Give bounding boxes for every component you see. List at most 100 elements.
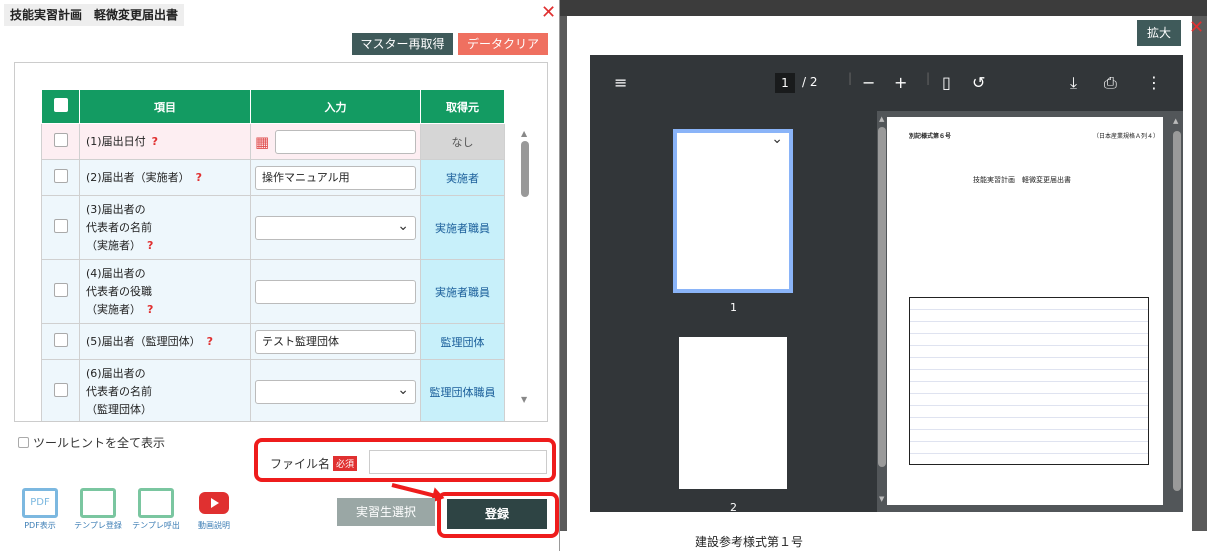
- row-checkbox[interactable]: [53, 383, 68, 397]
- table-row: (2)届出者（実施者）? 操作マニュアル用 実施者: [41, 159, 505, 196]
- form-table-container: 項目 入力 取得元 (1)届出日付? ▦ なし (2)届出者（実施者）? 操作マ…: [14, 62, 548, 422]
- page-scrollbar[interactable]: ▲: [1173, 117, 1181, 505]
- template-register-icon: [80, 488, 116, 518]
- source-badge: 実施者: [420, 159, 505, 196]
- text-input[interactable]: 操作マニュアル用: [255, 165, 416, 190]
- tooltip-checkbox[interactable]: [18, 437, 29, 448]
- pdf-viewer: ≡ 1 / 2 | − + | ▯ ↺ ⤓ ⎙ ⋮ 1 2 ▲ ▼ 別記様式第６…: [590, 55, 1183, 514]
- page-thumbnail[interactable]: [679, 337, 787, 489]
- print-icon[interactable]: ⎙: [1104, 73, 1117, 93]
- scroll-up-icon[interactable]: ▲: [1173, 117, 1178, 125]
- date-input[interactable]: [275, 129, 416, 154]
- source-badge: なし: [420, 123, 505, 160]
- trainee-select-button[interactable]: 実習生選択: [337, 498, 435, 526]
- help-icon[interactable]: ?: [207, 335, 213, 348]
- doc-title: 技能実習計画 軽微変更届出書: [973, 176, 1071, 184]
- icon-label: 動画説明: [198, 521, 230, 530]
- text-input[interactable]: テスト監理団体: [255, 329, 416, 354]
- page-number-input[interactable]: 1: [775, 73, 795, 93]
- tool-icons: PDF PDF表示 テンプレ登録 テンプレ呼出 動画説明: [16, 488, 238, 531]
- select-dropdown[interactable]: [255, 215, 416, 240]
- background-strip: [560, 0, 1207, 16]
- thumbnail-panel: 1 2 ▲ ▼: [590, 111, 886, 514]
- row-label: (2)届出者（実施者）: [86, 170, 190, 184]
- row-label: (3)届出者の: [86, 202, 146, 216]
- youtube-icon: [199, 492, 229, 514]
- row-label: 代表者の名前: [86, 220, 152, 234]
- file-name-input[interactable]: [369, 450, 547, 474]
- help-icon[interactable]: ?: [147, 303, 153, 316]
- pdf-icon: PDF: [22, 488, 58, 518]
- scroll-up-icon[interactable]: ▲: [879, 115, 884, 123]
- tooltip-toggle[interactable]: ツールヒントを全て表示: [18, 434, 165, 451]
- row-label: （実施者）: [86, 302, 141, 316]
- table-row: (4)届出者の 代表者の役職 （実施者）? 実施者職員: [41, 259, 505, 324]
- thumbnail-number: 1: [730, 301, 737, 314]
- required-badge: 必須: [333, 456, 358, 471]
- form-code: 別記様式第６号: [909, 133, 952, 140]
- column-header-source: 取得元: [420, 89, 505, 124]
- thumbnail-scrollbar[interactable]: ▲ ▼: [877, 111, 887, 512]
- pointer-arrow: [391, 483, 438, 499]
- close-icon[interactable]: ✕: [1189, 19, 1204, 37]
- row-checkbox[interactable]: [53, 333, 68, 347]
- data-clear-button[interactable]: データクリア: [458, 33, 548, 55]
- help-icon[interactable]: ?: [147, 239, 153, 252]
- doc-size: （日本産業規格Ａ列４）: [1093, 133, 1160, 140]
- row-label: (1)届出日付: [86, 134, 146, 148]
- scroll-up-icon[interactable]: ▲: [521, 129, 527, 138]
- expand-button[interactable]: 拡大: [1137, 20, 1181, 46]
- icon-label: テンプレ呼出: [132, 521, 180, 530]
- table-row: (1)届出日付? ▦ なし: [41, 123, 505, 160]
- scroll-down-icon[interactable]: ▼: [521, 395, 527, 404]
- toolbar-divider: |: [848, 71, 853, 85]
- template-load-icon: [138, 488, 174, 518]
- more-icon[interactable]: ⋮: [1146, 73, 1162, 92]
- doc-table: [909, 297, 1149, 465]
- zoom-in-icon[interactable]: +: [894, 73, 907, 92]
- calendar-icon[interactable]: ▦: [255, 133, 269, 151]
- scrollbar-thumb[interactable]: [878, 127, 886, 467]
- scroll-down-icon[interactable]: ▼: [879, 495, 884, 503]
- zoom-out-icon[interactable]: −: [862, 73, 875, 92]
- column-header-input: 入力: [250, 89, 421, 124]
- dialog-title: 技能実習計画 軽微変更届出書: [4, 4, 185, 26]
- pdf-view-button[interactable]: PDF PDF表示: [16, 488, 64, 531]
- help-icon[interactable]: ?: [152, 135, 158, 148]
- help-icon[interactable]: ?: [196, 171, 202, 184]
- source-badge: 監理団体: [420, 323, 505, 360]
- tooltip-label: ツールヒントを全て表示: [33, 436, 166, 450]
- toolbar-divider: |: [926, 71, 931, 85]
- close-icon[interactable]: ✕: [541, 4, 556, 22]
- master-refetch-button[interactable]: マスター再取得: [352, 33, 453, 55]
- rotate-icon[interactable]: ↺: [972, 73, 985, 92]
- row-checkbox[interactable]: [53, 169, 68, 183]
- file-name-label: ファイル名: [270, 457, 331, 471]
- template-load-button[interactable]: テンプレ呼出: [132, 488, 180, 531]
- row-checkbox[interactable]: [53, 219, 68, 233]
- source-badge: 実施者職員: [420, 195, 505, 260]
- scrollbar-thumb[interactable]: [1173, 131, 1181, 491]
- table-scrollbar[interactable]: ▲ ▼: [521, 129, 531, 405]
- menu-icon[interactable]: ≡: [614, 73, 627, 92]
- page-total: / 2: [802, 75, 818, 89]
- row-label: （実施者）: [86, 238, 141, 252]
- register-button[interactable]: 登録: [447, 499, 547, 529]
- icon-label: PDF表示: [24, 521, 56, 530]
- select-all-checkbox[interactable]: [53, 98, 68, 112]
- row-checkbox[interactable]: [53, 283, 68, 297]
- video-help-button[interactable]: 動画説明: [190, 488, 238, 531]
- column-header-item: 項目: [79, 89, 251, 124]
- fit-page-icon[interactable]: ▯: [942, 73, 951, 92]
- pdf-page: 別記様式第６号 （日本産業規格Ａ列４） 技能実習計画 軽微変更届出書: [887, 117, 1163, 505]
- select-dropdown[interactable]: [255, 379, 416, 404]
- background-footer: 建設参考様式第１号: [560, 531, 1207, 551]
- table-row: (3)届出者の代表者の名前 （実施者）? 実施者職員: [41, 195, 505, 260]
- text-input[interactable]: [255, 279, 416, 304]
- download-icon[interactable]: ⤓: [1070, 73, 1077, 93]
- background-text: 建設参考様式第１号: [695, 535, 804, 549]
- template-register-button[interactable]: テンプレ登録: [74, 488, 122, 531]
- scrollbar-thumb[interactable]: [521, 141, 529, 197]
- row-checkbox[interactable]: [53, 133, 68, 147]
- page-thumbnail[interactable]: [673, 129, 793, 293]
